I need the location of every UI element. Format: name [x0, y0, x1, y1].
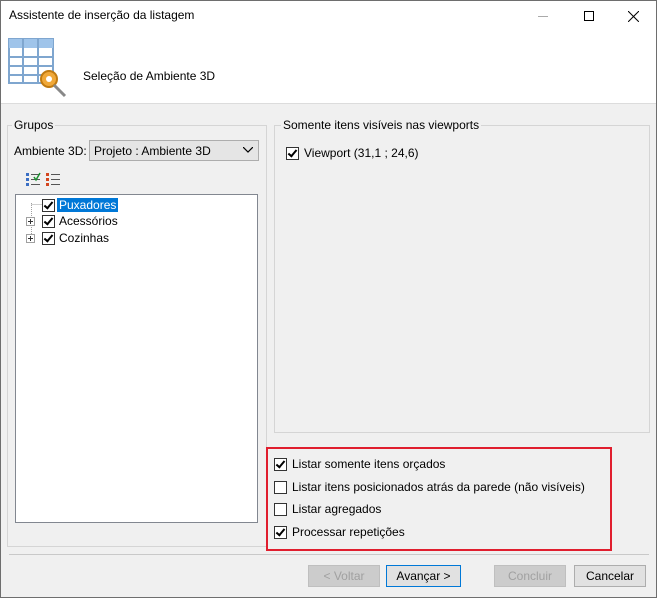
next-button[interactable]: Avançar >: [386, 565, 461, 587]
option-checkbox[interactable]: [274, 502, 287, 516]
tree-checkbox[interactable]: [42, 214, 55, 228]
expand-icon[interactable]: [26, 216, 35, 226]
option-checkbox[interactable]: [274, 525, 287, 539]
viewport-checkbox[interactable]: [286, 146, 299, 160]
minimize-icon: [538, 16, 548, 17]
chevron-down-icon: [243, 147, 253, 153]
tree-item[interactable]: Cozinhas: [26, 230, 111, 246]
minimize-button[interactable]: [520, 1, 566, 31]
tree-checkbox[interactable]: [42, 231, 55, 245]
close-icon: [627, 10, 639, 22]
maximize-button[interactable]: [566, 1, 612, 31]
maximize-icon: [584, 11, 594, 21]
viewports-panel: [274, 125, 650, 433]
ambiente-select[interactable]: Projeto : Ambiente 3D: [89, 140, 259, 161]
tree-checkbox[interactable]: [42, 198, 55, 212]
ambiente-label: Ambiente 3D:: [14, 144, 87, 158]
ambiente-select-value: Projeto : Ambiente 3D: [94, 144, 211, 158]
table-gear-icon: [8, 38, 67, 98]
option-label: Listar itens posicionados atrás da pared…: [292, 480, 585, 494]
close-button[interactable]: [610, 1, 656, 31]
expand-icon[interactable]: [26, 233, 35, 243]
finish-button[interactable]: Concluir: [494, 565, 566, 587]
wizard-window: Assistente de inserção da listagem Seleç…: [0, 0, 657, 598]
viewport-item[interactable]: Viewport (31,1 ; 24,6): [286, 146, 419, 160]
option-checkbox[interactable]: [274, 457, 287, 471]
viewports-caption: Somente itens visíveis nas viewports: [281, 118, 482, 132]
back-button[interactable]: < Voltar: [308, 565, 380, 587]
groups-caption: Grupos: [12, 118, 56, 132]
title-bar: Assistente de inserção da listagem: [1, 1, 656, 31]
option-listar-atras-parede[interactable]: Listar itens posicionados atrás da pared…: [274, 480, 585, 494]
window-title: Assistente de inserção da listagem: [9, 8, 195, 22]
tree-item-label: Cozinhas: [59, 231, 110, 245]
check-all-icon[interactable]: [25, 171, 41, 187]
option-label: Listar somente itens orçados: [292, 457, 446, 471]
option-listar-agregados[interactable]: Listar agregados: [274, 502, 381, 516]
option-processar-repeticoes[interactable]: Processar repetições: [274, 525, 405, 539]
uncheck-all-icon[interactable]: [45, 171, 61, 187]
option-listar-orcados[interactable]: Listar somente itens orçados: [274, 457, 445, 471]
tree-item-label: Acessórios: [59, 214, 118, 228]
option-label: Processar repetições: [292, 525, 405, 539]
wizard-header: Seleção de Ambiente 3D: [1, 31, 656, 104]
groups-tree[interactable]: Puxadores Acessórios Cozinhas: [15, 194, 258, 523]
viewport-label: Viewport (31,1 ; 24,6): [304, 146, 419, 160]
option-label: Listar agregados: [292, 502, 382, 516]
tree-item-label: Puxadores: [57, 198, 119, 212]
footer-separator: [9, 554, 649, 555]
option-checkbox[interactable]: [274, 480, 287, 494]
page-title: Seleção de Ambiente 3D: [83, 69, 216, 83]
cancel-button[interactable]: Cancelar: [574, 565, 646, 587]
tree-item[interactable]: Puxadores: [42, 197, 119, 213]
tree-item[interactable]: Acessórios: [26, 213, 120, 229]
